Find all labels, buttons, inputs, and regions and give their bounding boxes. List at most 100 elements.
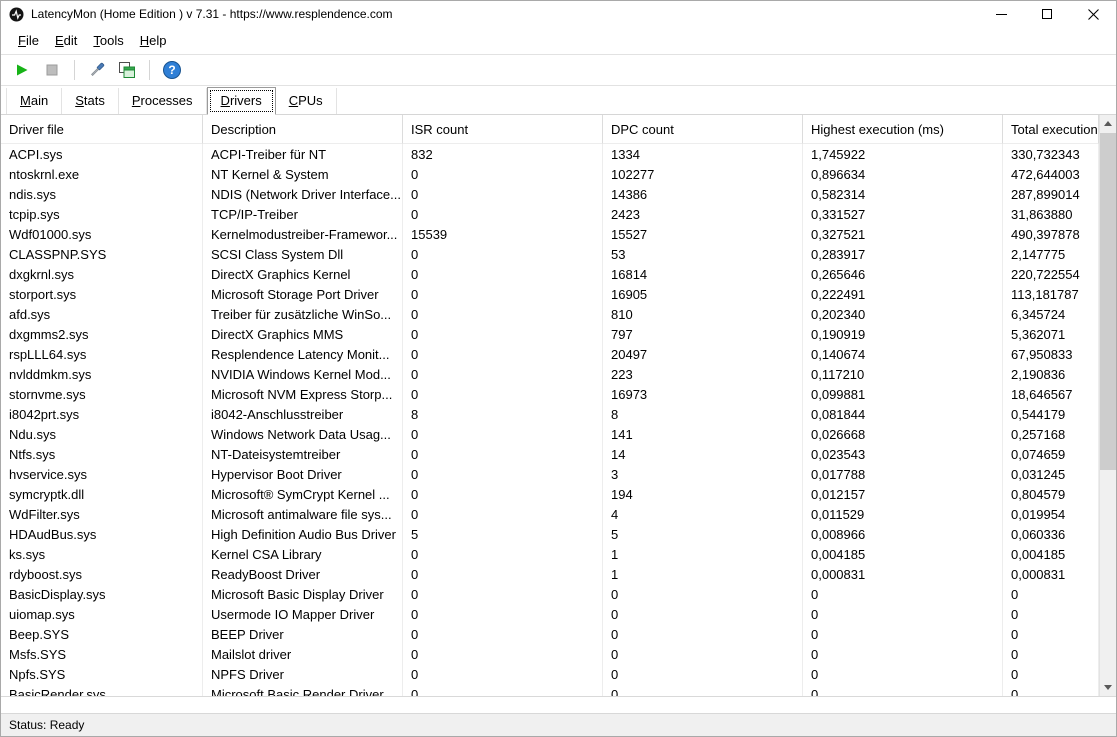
table-cell: Treiber für zusätzliche WinSo... — [203, 304, 403, 324]
menu-item-file[interactable]: File — [10, 29, 47, 52]
table-cell: Npfs.SYS — [1, 664, 203, 684]
table-row[interactable]: rspLLL64.sysResplendence Latency Monit..… — [1, 344, 1099, 364]
help-button[interactable]: ? — [159, 57, 185, 83]
menubar: FileEditToolsHelp — [1, 27, 1116, 54]
table-row[interactable]: stornvme.sysMicrosoft NVM Express Storp.… — [1, 384, 1099, 404]
table-cell: 0,019954 — [1003, 504, 1099, 524]
table-cell: BEEP Driver — [203, 624, 403, 644]
table-cell: Microsoft antimalware file sys... — [203, 504, 403, 524]
table-cell: 0 — [803, 664, 1003, 684]
tab-cpus[interactable]: CPUs — [276, 88, 337, 114]
menu-item-tools[interactable]: Tools — [85, 29, 131, 52]
table-cell: 15539 — [403, 224, 603, 244]
column-header[interactable]: ISR count — [403, 115, 603, 144]
table-row[interactable]: Ntfs.sysNT-Dateisystemtreiber0140,023543… — [1, 444, 1099, 464]
table-body: ACPI.sysACPI-Treiber für NT83213341,7459… — [1, 144, 1099, 696]
table-cell: 0 — [403, 384, 603, 404]
table-cell: Ndu.sys — [1, 424, 203, 444]
table-cell: 1,745922 — [803, 144, 1003, 164]
toolbar-separator — [149, 60, 150, 80]
table-cell: uiomap.sys — [1, 604, 203, 624]
table-row[interactable]: dxgmms2.sysDirectX Graphics MMS07970,190… — [1, 324, 1099, 344]
latencymon-window: LatencyMon (Home Edition ) v 7.31 - http… — [0, 0, 1117, 737]
copy-report-button[interactable] — [114, 57, 140, 83]
table-cell: 0 — [803, 584, 1003, 604]
table-row[interactable]: CLASSPNP.SYSSCSI Class System Dll0530,28… — [1, 244, 1099, 264]
column-header[interactable]: Description — [203, 115, 403, 144]
table-cell: HDAudBus.sys — [1, 524, 203, 544]
table-cell: 0,283917 — [803, 244, 1003, 264]
scroll-up-arrow-icon[interactable] — [1100, 115, 1116, 132]
table-cell: 0 — [403, 584, 603, 604]
table-row[interactable]: Msfs.SYSMailslot driver0000 — [1, 644, 1099, 664]
tab-drivers[interactable]: Drivers — [207, 87, 276, 115]
table-row[interactable]: dxgkrnl.sysDirectX Graphics Kernel016814… — [1, 264, 1099, 284]
vertical-scrollbar[interactable] — [1099, 115, 1116, 696]
table-cell: 0 — [403, 564, 603, 584]
table-cell: Resplendence Latency Monit... — [203, 344, 403, 364]
tab-processes[interactable]: Processes — [119, 88, 207, 114]
table-cell: 5 — [603, 524, 803, 544]
table-cell: 0,099881 — [803, 384, 1003, 404]
table-row[interactable]: Beep.SYSBEEP Driver0000 — [1, 624, 1099, 644]
table-row[interactable]: ndis.sysNDIS (Network Driver Interface..… — [1, 184, 1099, 204]
table-cell: 0,008966 — [803, 524, 1003, 544]
column-header[interactable]: Highest execution (ms) — [803, 115, 1003, 144]
window-title: LatencyMon (Home Edition ) v 7.31 - http… — [31, 7, 393, 21]
maximize-button[interactable] — [1024, 1, 1070, 27]
table-cell: 0 — [403, 544, 603, 564]
table-cell: DirectX Graphics Kernel — [203, 264, 403, 284]
table-row[interactable]: BasicDisplay.sysMicrosoft Basic Display … — [1, 584, 1099, 604]
table-row[interactable]: ntoskrnl.exeNT Kernel & System01022770,8… — [1, 164, 1099, 184]
table-row[interactable]: uiomap.sysUsermode IO Mapper Driver0000 — [1, 604, 1099, 624]
table-cell: ks.sys — [1, 544, 203, 564]
table-cell: 0 — [403, 344, 603, 364]
table-row[interactable]: hvservice.sysHypervisor Boot Driver030,0… — [1, 464, 1099, 484]
tab-stats[interactable]: Stats — [62, 88, 119, 114]
table-row[interactable]: HDAudBus.sysHigh Definition Audio Bus Dr… — [1, 524, 1099, 544]
table-cell: 0 — [1003, 684, 1099, 696]
table-cell: SCSI Class System Dll — [203, 244, 403, 264]
table-cell: 5,362071 — [1003, 324, 1099, 344]
table-cell: 0 — [403, 304, 603, 324]
table-cell: BasicRender.sys — [1, 684, 203, 696]
table-row[interactable]: ACPI.sysACPI-Treiber für NT83213341,7459… — [1, 144, 1099, 164]
table-cell: 16973 — [603, 384, 803, 404]
tools-button[interactable] — [84, 57, 110, 83]
start-monitoring-button[interactable] — [9, 57, 35, 83]
minimize-button[interactable] — [978, 1, 1024, 27]
statusbar: Status: Ready — [1, 713, 1116, 736]
table-cell: 0,017788 — [803, 464, 1003, 484]
table-row[interactable]: Wdf01000.sysKernelmodustreiber-Framewor.… — [1, 224, 1099, 244]
menu-item-help[interactable]: Help — [132, 29, 175, 52]
table-cell: Microsoft Storage Port Driver — [203, 284, 403, 304]
tab-main[interactable]: Main — [6, 88, 62, 114]
table-cell: 0 — [403, 644, 603, 664]
menu-item-edit[interactable]: Edit — [47, 29, 85, 52]
scroll-thumb[interactable] — [1100, 133, 1116, 470]
table-row[interactable]: WdFilter.sysMicrosoft antimalware file s… — [1, 504, 1099, 524]
table-row[interactable]: afd.sysTreiber für zusätzliche WinSo...0… — [1, 304, 1099, 324]
scroll-down-arrow-icon[interactable] — [1100, 679, 1116, 696]
stop-monitoring-button[interactable] — [39, 57, 65, 83]
table-row[interactable]: ks.sysKernel CSA Library010,0041850,0041… — [1, 544, 1099, 564]
close-button[interactable] — [1070, 1, 1116, 27]
table-row[interactable]: storport.sysMicrosoft Storage Port Drive… — [1, 284, 1099, 304]
table-cell: 0,202340 — [803, 304, 1003, 324]
table-cell: 0 — [403, 364, 603, 384]
column-header[interactable]: Driver file — [1, 115, 203, 144]
table-cell: 0 — [403, 444, 603, 464]
table-row[interactable]: rdyboost.sysReadyBoost Driver010,0008310… — [1, 564, 1099, 584]
table-row[interactable]: nvlddmkm.sysNVIDIA Windows Kernel Mod...… — [1, 364, 1099, 384]
table-row[interactable]: i8042prt.sysi8042-Anschlusstreiber880,08… — [1, 404, 1099, 424]
table-cell: 0 — [603, 684, 803, 696]
table-row[interactable]: Npfs.SYSNPFS Driver0000 — [1, 664, 1099, 684]
table-row[interactable]: tcpip.sysTCP/IP-Treiber024230,33152731,8… — [1, 204, 1099, 224]
column-header[interactable]: Total execution (ms) — [1003, 115, 1099, 144]
table-row[interactable]: BasicRender.sysMicrosoft Basic Render Dr… — [1, 684, 1099, 696]
table-row[interactable]: symcryptk.dllMicrosoft® SymCrypt Kernel … — [1, 484, 1099, 504]
table-cell: 0 — [803, 604, 1003, 624]
table-row[interactable]: Ndu.sysWindows Network Data Usag...01410… — [1, 424, 1099, 444]
column-header[interactable]: DPC count — [603, 115, 803, 144]
table-cell: 1 — [603, 544, 803, 564]
